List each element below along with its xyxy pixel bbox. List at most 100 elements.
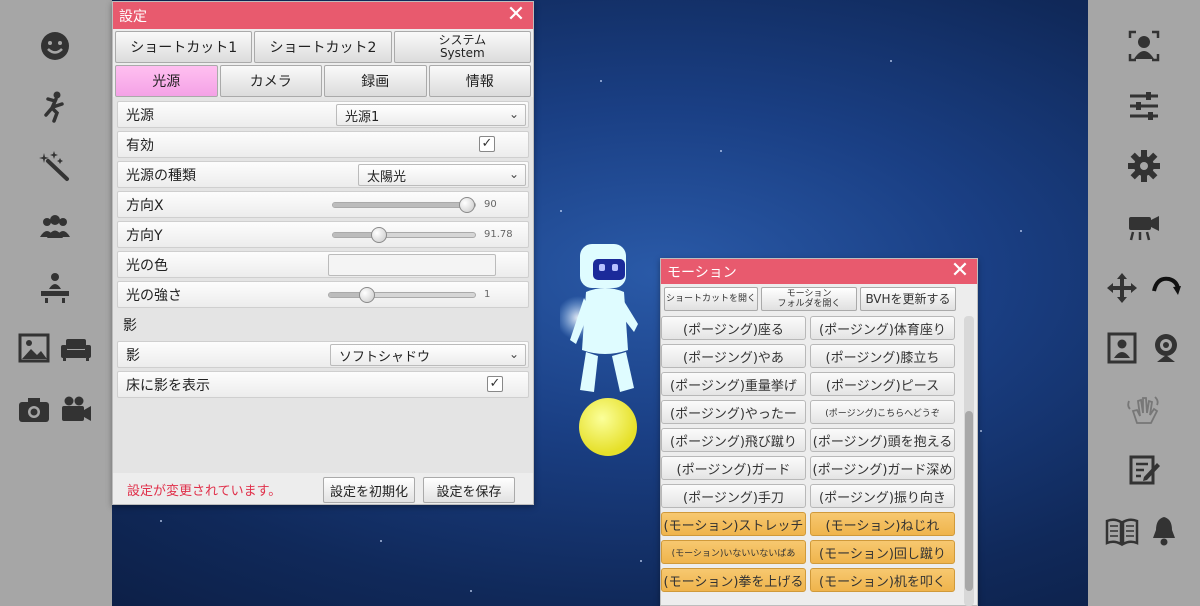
motion-item-button[interactable]: (ポージング)頭を抱える: [810, 428, 955, 452]
light-type-select[interactable]: 太陽光 ⌄: [358, 164, 526, 186]
motion-button-grid: (ポージング)座る (ポージング)体育座り (ポージング)やあ (ポージング)膝立ち(…: [661, 316, 955, 592]
shadow-value: ソフトシャドウ: [339, 349, 431, 365]
move-icon[interactable]: [1102, 268, 1142, 308]
motion-item-button[interactable]: (ポージング)ガード深め: [810, 456, 955, 480]
light-intensity-slider[interactable]: [328, 287, 476, 303]
direction-x-label: 方向X: [126, 197, 164, 214]
row-enabled: 有効 ✓: [117, 131, 529, 158]
tab-shortcut1[interactable]: ショートカット1: [115, 31, 253, 63]
edit-icon[interactable]: [1124, 450, 1164, 490]
motion-scrollbar[interactable]: [964, 316, 974, 606]
update-bvh-button[interactable]: BVHを更新する: [860, 287, 956, 311]
direction-y-value: 91.78: [484, 229, 513, 240]
video-camera-icon[interactable]: [56, 390, 96, 430]
reset-settings-button[interactable]: 設定を初期化: [323, 477, 415, 503]
settings-panel: 設定 ✕ ショートカット1 ショートカット2 システム System 光源 カメ…: [112, 1, 534, 505]
motion-item-button[interactable]: (モーション)机を叩く: [810, 568, 955, 592]
group-icon[interactable]: [35, 207, 75, 247]
chevron-down-icon: ⌄: [508, 107, 519, 121]
magic-wand-icon[interactable]: [35, 146, 75, 186]
motion-item-button[interactable]: (ポージング)重量挙げ: [661, 372, 806, 396]
motion-item-button[interactable]: (ポージング)やったー: [661, 400, 806, 424]
movie-camera-icon[interactable]: [1124, 207, 1164, 247]
row-direction-x: 方向X 90: [117, 191, 529, 218]
light-source-label: 光源: [126, 107, 154, 124]
direction-x-value: 90: [484, 199, 497, 210]
light-source-select[interactable]: 光源1 ⌄: [336, 104, 526, 126]
motion-toolbar: ショートカットを開く モーション フォルダを開く BVHを更新する: [661, 284, 977, 314]
webcam-icon[interactable]: [1146, 328, 1186, 368]
motion-item-button[interactable]: (モーション)いないいないばあ: [661, 540, 806, 564]
wave-hand-icon[interactable]: [1124, 390, 1164, 430]
settings-tabs-row2: 光源 カメラ 録画 情報: [113, 63, 533, 97]
settings-close-icon[interactable]: ✕: [505, 4, 527, 26]
motion-scrollbar-thumb[interactable]: [965, 411, 973, 591]
stage-icon[interactable]: [35, 267, 75, 307]
motion-item-button[interactable]: (ポージング)体育座り: [810, 316, 955, 340]
enabled-label: 有効: [126, 137, 154, 154]
tab-info[interactable]: 情報: [428, 65, 531, 97]
save-settings-button[interactable]: 設定を保存: [423, 477, 515, 503]
direction-y-thumb[interactable]: [370, 227, 387, 243]
motion-item-button[interactable]: (ポージング)やあ: [661, 344, 806, 368]
avatar-character[interactable]: [556, 240, 660, 460]
camera-icon[interactable]: [14, 390, 54, 430]
row-direction-y: 方向Y 91.78: [117, 221, 529, 248]
light-intensity-label: 光の強さ: [126, 287, 182, 304]
tab-shortcut2[interactable]: ショートカット2: [254, 31, 392, 63]
direction-x-fill: [333, 203, 467, 207]
open-motion-folder-button[interactable]: モーション フォルダを開く: [761, 287, 857, 311]
shadow-select[interactable]: ソフトシャドウ ⌄: [330, 344, 526, 366]
sliders-icon[interactable]: [1124, 86, 1164, 126]
light-type-label: 光源の種類: [126, 167, 196, 184]
motion-item-button[interactable]: (ポージング)ガード: [661, 456, 806, 480]
enabled-checkbox[interactable]: ✓: [479, 136, 495, 152]
light-intensity-value: 1: [484, 289, 491, 300]
open-shortcut-button[interactable]: ショートカットを開く: [664, 287, 758, 311]
motion-item-button[interactable]: (モーション)回し蹴り: [810, 540, 955, 564]
tab-system[interactable]: システム System: [393, 31, 531, 63]
motion-item-button[interactable]: (モーション)ストレッチ: [661, 512, 806, 536]
settings-title: 設定: [119, 8, 147, 25]
motion-item-button[interactable]: (ポージング)飛び蹴り: [661, 428, 806, 452]
book-icon[interactable]: [1102, 511, 1142, 551]
motion-title: モーション: [667, 264, 737, 281]
right-sidebar: [1088, 0, 1200, 606]
direction-x-slider[interactable]: [332, 197, 476, 213]
motion-item-button[interactable]: (モーション)拳を上げる: [661, 568, 806, 592]
bell-icon[interactable]: [1144, 511, 1184, 551]
floor-shadow-checkbox[interactable]: ✓: [487, 376, 503, 392]
sofa-icon[interactable]: [56, 328, 96, 368]
settings-tabs-row1: ショートカット1 ショートカット2 システム System: [113, 29, 533, 63]
rotate-icon[interactable]: [1146, 268, 1186, 308]
row-light-type: 光源の種類 太陽光 ⌄: [117, 161, 529, 188]
motion-close-icon[interactable]: ✕: [949, 260, 971, 282]
light-color-swatch[interactable]: [328, 254, 496, 276]
motion-item-button[interactable]: (ポージング)膝立ち: [810, 344, 955, 368]
direction-x-thumb[interactable]: [459, 197, 475, 213]
motion-item-button[interactable]: (ポージング)座る: [661, 316, 806, 340]
row-shadow: 影 ソフトシャドウ ⌄: [117, 341, 529, 368]
light-type-value: 太陽光: [367, 169, 407, 185]
image-icon[interactable]: [14, 328, 54, 368]
direction-y-slider[interactable]: [332, 227, 476, 243]
chevron-down-icon: ⌄: [508, 347, 519, 361]
portrait-icon[interactable]: [1102, 328, 1142, 368]
left-sidebar: [0, 0, 112, 606]
motion-item-button[interactable]: (ポージング)ピース: [810, 372, 955, 396]
open-folder-line2: フォルダを開く: [777, 299, 841, 309]
motion-item-button[interactable]: (ポージング)手刀: [661, 484, 806, 508]
motion-header: モーション ✕: [661, 259, 977, 284]
motion-item-button[interactable]: (ポージング)こちらへどうぞ: [810, 400, 955, 424]
face-tracking-icon[interactable]: [1124, 26, 1164, 66]
motion-item-button[interactable]: (モーション)ねじれ: [810, 512, 955, 536]
light-intensity-thumb[interactable]: [358, 287, 375, 303]
tab-light[interactable]: 光源: [115, 65, 218, 97]
settings-footer: 設定が変更されています。 設定を初期化 設定を保存: [113, 474, 533, 504]
gear-icon[interactable]: [1124, 146, 1164, 186]
tab-recording[interactable]: 録画: [324, 65, 427, 97]
motion-item-button[interactable]: (ポージング)振り向き: [810, 484, 955, 508]
dance-icon[interactable]: [35, 86, 75, 126]
smile-icon[interactable]: [35, 26, 75, 66]
tab-camera[interactable]: カメラ: [219, 65, 322, 97]
